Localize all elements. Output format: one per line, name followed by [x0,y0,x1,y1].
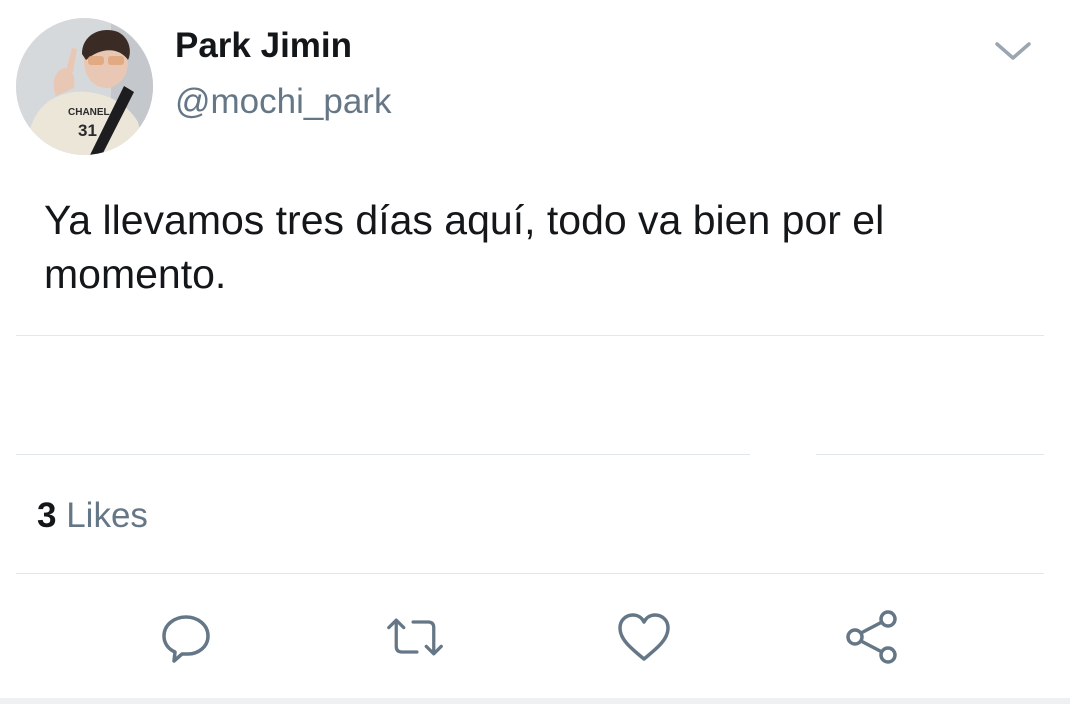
like-button[interactable] [614,607,674,667]
likes-count: 3 [37,496,57,535]
retweet-icon [387,618,443,656]
chevron-down-icon [995,42,1031,60]
user-handle[interactable]: @mochi_park [175,82,391,122]
likes-stat[interactable]: 3 Likes [37,496,148,536]
divider [16,454,750,455]
avatar-shirt-number: 31 [78,121,97,140]
bottom-separator [0,698,1070,704]
avatar-shirt-brand: CHANEL [68,107,110,118]
retweet-button[interactable] [385,607,445,667]
tweet-text: Ya llevamos tres días aquí, todo va bien… [44,197,885,297]
divider [16,335,1044,336]
likes-label: Likes [66,496,148,535]
divider [16,573,1044,574]
share-icon [846,610,897,664]
reply-icon [162,615,210,663]
like-heart-icon [618,613,670,661]
share-button[interactable] [842,607,902,667]
reply-button[interactable] [156,607,216,667]
divider [816,454,1044,455]
avatar-photo: CHANEL 31 [16,18,153,155]
avatar[interactable]: CHANEL 31 [16,18,153,155]
tweet-menu-button[interactable] [990,34,1036,68]
display-name[interactable]: Park Jimin [175,26,352,66]
